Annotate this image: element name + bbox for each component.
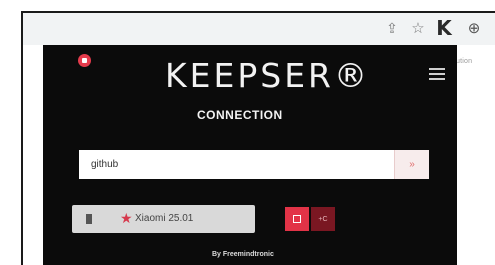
share-icon[interactable]: ⇪ (381, 17, 403, 39)
page-text-snippet: ution (456, 58, 473, 65)
keepser-logo: KEEPSER® (165, 56, 370, 95)
entry-name: Xiaomi 25.01 (135, 213, 194, 224)
hamburger-menu-icon[interactable] (429, 68, 445, 80)
entry-item[interactable]: ★ Xiaomi 25.01 (72, 205, 255, 233)
keepser-extension-icon[interactable]: K (433, 16, 455, 40)
search-container: » (79, 150, 429, 179)
footer-credit: By Freemindtronic (212, 251, 274, 258)
star-icon[interactable]: ☆ (407, 17, 429, 39)
status-indicator-icon (78, 54, 91, 67)
search-button[interactable]: » (394, 150, 429, 179)
copy-credentials-button[interactable] (285, 207, 309, 231)
extensions-icon[interactable]: ⊕ (463, 17, 485, 39)
favorite-star-icon[interactable]: ★ (120, 210, 133, 227)
drag-handle-icon[interactable] (86, 214, 92, 224)
search-input[interactable] (79, 150, 394, 179)
browser-toolbar: ⇪ ☆ K ⊕ (23, 13, 495, 45)
page-title: CONNECTION (197, 108, 283, 122)
secondary-action-button[interactable]: +C (311, 207, 335, 231)
